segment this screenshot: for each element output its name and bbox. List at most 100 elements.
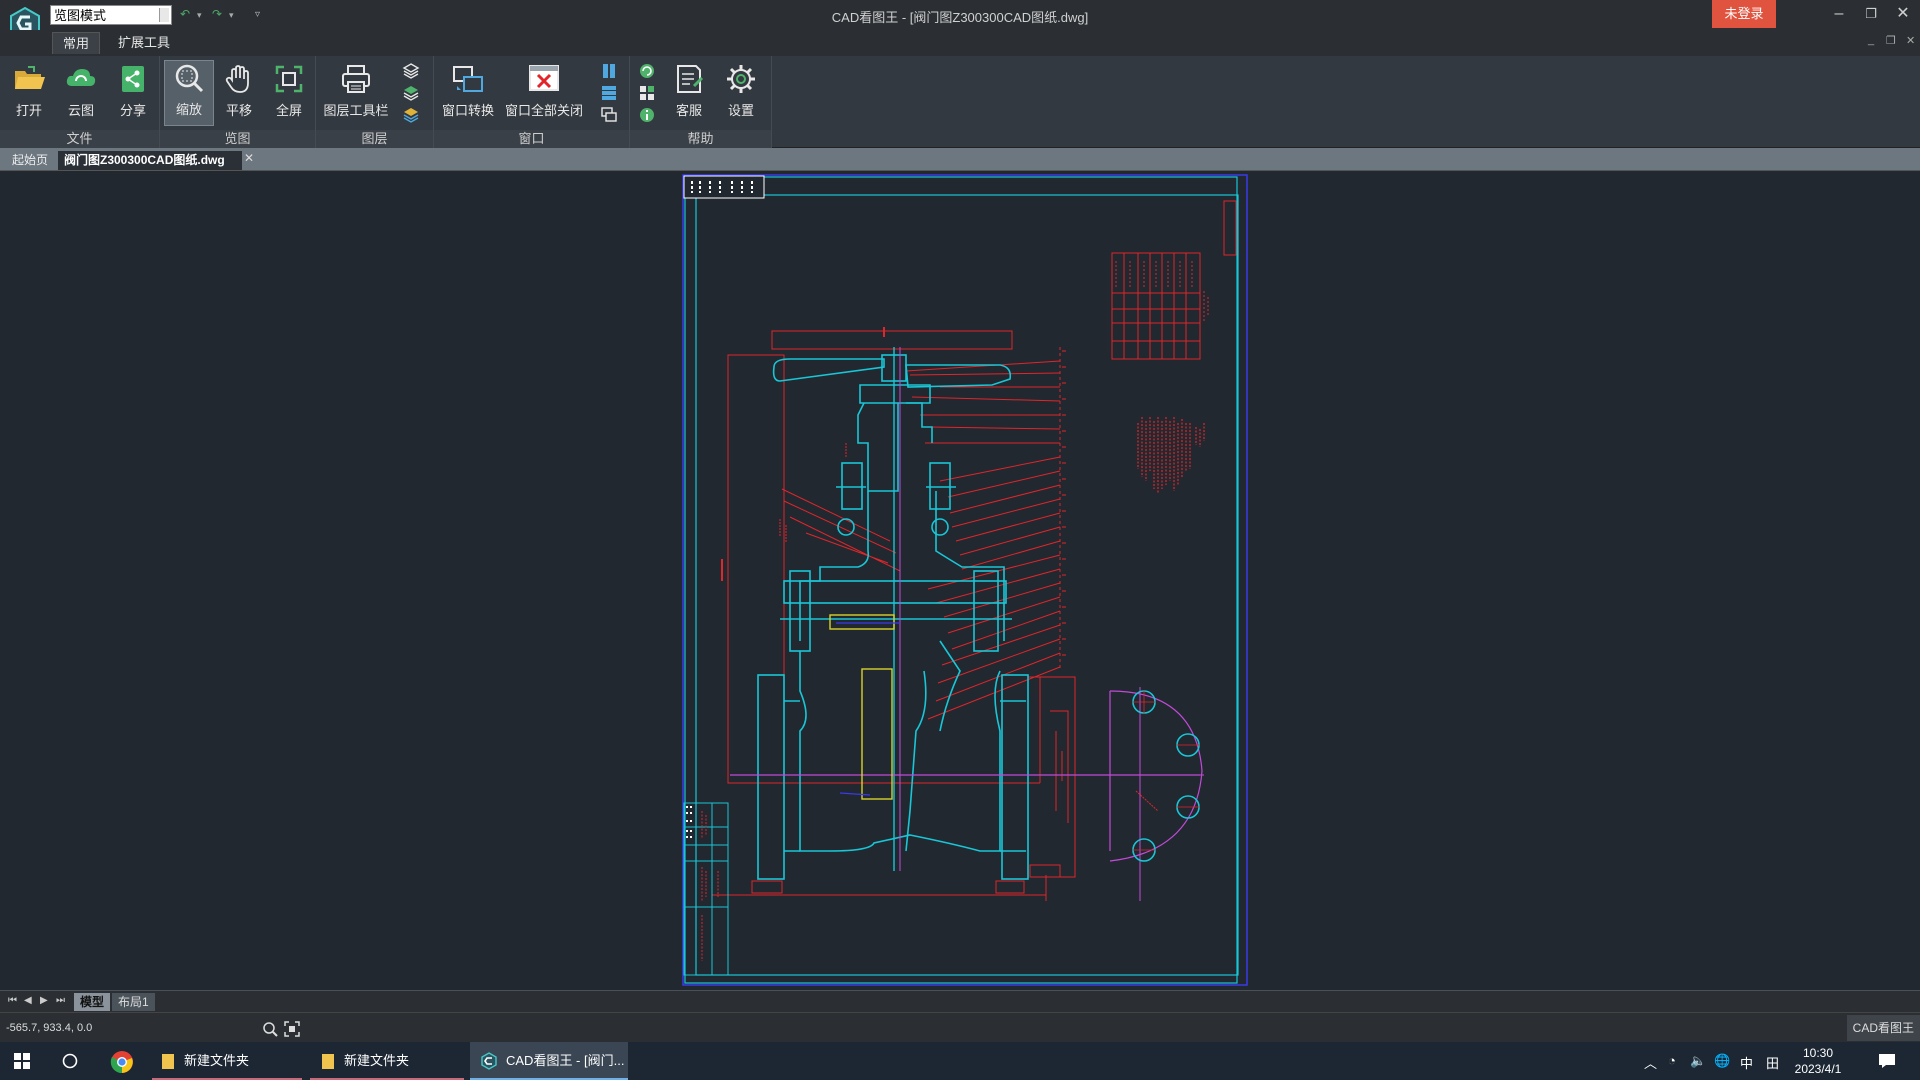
title-block (683, 802, 729, 976)
zoom-label: 缩放 (175, 102, 202, 117)
drawing-border (695, 194, 1239, 976)
next-layout-icon[interactable]: ▶ (40, 995, 48, 1006)
cloud-icon (66, 69, 96, 86)
group-view: 缩放 平移 全屏 览图 (160, 56, 316, 148)
window-title: CAD看图王 - [阀门图Z300300CAD图纸.dwg] (831, 10, 1089, 25)
yellow-parts (829, 614, 895, 800)
close-all-windows-icon (529, 65, 559, 91)
settings-button[interactable]: 设置 (716, 62, 766, 126)
technical-notes (1137, 417, 1205, 493)
cad-drawing (682, 174, 1248, 986)
volume-icon[interactable]: 🔈 (1690, 1053, 1706, 1069)
cloud-button[interactable]: 云图 (56, 62, 106, 126)
group-file: 打开 云图 分享 文件 (0, 56, 160, 148)
clock[interactable]: 10:30 2023/4/1 (1782, 1045, 1854, 1077)
tab-extension-tools[interactable]: 扩展工具 (108, 32, 180, 54)
ime-indicator[interactable]: 中 (1740, 1053, 1753, 1072)
zoom-extents-icon[interactable] (262, 1021, 278, 1037)
close-all-windows-label: 窗口全部关闭 (504, 103, 583, 118)
prev-layout-icon[interactable]: ◀ (24, 995, 32, 1006)
group-layer: 图层工具栏 图层 (316, 56, 434, 148)
settings-label: 设置 (727, 103, 754, 118)
document-tab-bar: 起始页 阀门图Z300300CAD图纸.dwg ✕ (0, 148, 1920, 170)
revision-box (1223, 200, 1237, 256)
window-switch-label: 窗口转换 (441, 103, 494, 118)
show-hidden-icons-icon[interactable]: ︿ (1644, 1053, 1657, 1072)
customer-service-button[interactable]: 客服 (664, 62, 714, 126)
taskbar-item-folder-1[interactable]: 新建文件夹 (152, 1042, 302, 1080)
chrome-icon[interactable] (110, 1050, 134, 1074)
zoom-button[interactable]: 缩放 (164, 60, 214, 126)
open-button[interactable]: 打开 (4, 62, 54, 126)
network-globe-icon[interactable]: 🌐 (1714, 1053, 1730, 1069)
folder-open-icon (15, 66, 45, 89)
tab-start-page[interactable]: 起始页 (6, 151, 54, 170)
restore-icon[interactable]: ❐ (1856, 2, 1886, 26)
group-help: 客服 设置 帮助 (630, 56, 772, 148)
login-button[interactable]: 未登录 (1712, 0, 1776, 28)
taskbar-item-cad-viewer-label: CAD看图王 - [阀门... (506, 1053, 625, 1068)
status-bar: -565.7, 933.4, 0.0 CAD看图王 (0, 1012, 1920, 1042)
tab-current-file[interactable]: 阀门图Z300300CAD图纸.dwg (58, 151, 242, 170)
layer-toolbar-button[interactable]: 图层工具栏 (320, 62, 392, 126)
tab-layout1[interactable]: 布局1 (112, 993, 155, 1011)
hand-pan-icon (225, 65, 249, 93)
pan-button[interactable]: 平移 (214, 62, 264, 126)
windows-start-icon[interactable] (14, 1053, 30, 1069)
gear-icon (727, 65, 755, 93)
ribbon: 打开 云图 分享 文件 缩放 平移 全屏 览图 图层工具栏 图层 窗口转换 窗口… (0, 56, 1920, 148)
valve-outline (757, 354, 1029, 880)
layer-stack-icon[interactable] (402, 62, 420, 80)
clock-date: 2023/4/1 (1794, 1062, 1842, 1076)
fullscreen-button[interactable]: 全屏 (264, 62, 314, 126)
refresh-icon[interactable] (638, 62, 656, 80)
notification-icon[interactable] (1878, 1053, 1896, 1069)
close-all-windows-button[interactable]: 窗口全部关闭 (502, 62, 586, 126)
last-layout-icon[interactable]: ⏭ (56, 995, 65, 1006)
printer-layer-icon (342, 65, 370, 93)
clock-time: 10:30 (1802, 1046, 1834, 1060)
fullscreen-label: 全屏 (275, 103, 302, 118)
minimize-icon[interactable]: – (1824, 2, 1854, 26)
cascade-windows-icon[interactable] (600, 106, 618, 124)
sync-icon[interactable]: ◔ (1668, 1053, 1676, 1068)
folder-icon (322, 1054, 334, 1069)
zoom-magnifier-icon (175, 64, 204, 93)
tab-model[interactable]: 模型 (74, 993, 111, 1011)
parts-table (1111, 252, 1209, 360)
close-icon[interactable]: ✕ (1888, 2, 1918, 26)
ime-mode-icon[interactable]: 田 (1766, 1053, 1779, 1072)
fit-window-icon[interactable] (284, 1021, 300, 1037)
info-icon[interactable] (638, 106, 656, 124)
apps-grid-icon[interactable] (638, 84, 656, 102)
layer-manage-icon[interactable] (402, 106, 420, 124)
taskbar-item-cad-viewer[interactable]: CAD看图王 - [阀门... (470, 1042, 628, 1080)
tab-common[interactable]: 常用 (52, 32, 101, 54)
group-layer-label: 图层 (316, 130, 433, 148)
share-icon (122, 66, 144, 92)
group-help-label: 帮助 (630, 130, 771, 148)
tab-close-icon[interactable]: ✕ (244, 151, 254, 165)
tile-vertical-icon[interactable] (600, 62, 618, 80)
search-circle-icon[interactable] (62, 1053, 78, 1069)
doc-close-icon[interactable]: ✕ (1906, 34, 1915, 47)
open-label: 打开 (15, 103, 42, 118)
customer-service-label: 客服 (675, 103, 702, 118)
layer-state-icon[interactable] (402, 84, 420, 102)
drawing-canvas[interactable] (0, 170, 1920, 990)
taskbar-item-folder-2[interactable]: 新建文件夹 (310, 1042, 464, 1080)
folder-icon (162, 1054, 174, 1069)
first-layout-icon[interactable]: ⏮ (8, 995, 17, 1006)
share-button[interactable]: 分享 (108, 62, 158, 126)
layer-toolbar-label: 图层工具栏 (323, 103, 389, 118)
app-name-status: CAD看图王 (1846, 1015, 1920, 1041)
cad-app-icon (481, 1052, 497, 1070)
tile-horizontal-icon[interactable] (600, 84, 618, 102)
window-switch-button[interactable]: 窗口转换 (438, 62, 498, 126)
doc-restore-icon[interactable]: ❐ (1886, 34, 1896, 47)
title-bar: 览图模式 ↶ ▾ ↷ ▾ ▿ CAD看图王 - [阀门图Z300300CAD图纸… (0, 0, 1920, 40)
group-view-label: 览图 (160, 130, 315, 148)
share-label: 分享 (119, 103, 146, 118)
doc-minimize-icon[interactable]: _ (1868, 34, 1874, 46)
taskbar: 新建文件夹 新建文件夹 CAD看图王 - [阀门... ︿ ◔ 🔈 🌐 中 田 … (0, 1042, 1920, 1080)
